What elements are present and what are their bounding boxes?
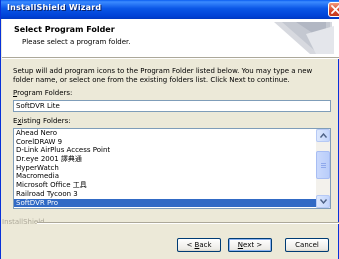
installer-graphic-icon — [274, 22, 334, 54]
next-button[interactable]: Next > — [228, 238, 272, 252]
folder-list-item[interactable]: Railroad Tycoon 3 — [14, 190, 317, 199]
header-separator — [2, 57, 339, 59]
folder-list-item[interactable]: HyperWatch — [14, 164, 317, 173]
instructions-text: Setup will add program icons to the Prog… — [13, 67, 313, 84]
folder-list-scrollbar[interactable] — [316, 129, 330, 208]
existing-folders-label: Existing Folders: — [13, 117, 71, 125]
chevron-up-icon — [320, 133, 327, 138]
folder-list-item[interactable]: SoftDVR Pro — [14, 198, 317, 208]
scroll-thumb[interactable] — [316, 151, 330, 179]
window-title: InstallShield Wizard — [7, 3, 102, 12]
folder-list-item[interactable]: Ahead Nero — [14, 129, 317, 138]
installer-window: InstallShield Wizard Select Program Fold… — [0, 0, 339, 259]
title-bar[interactable]: InstallShield Wizard — [1, 0, 339, 19]
wizard-header: Select Program Folder Please select a pr… — [2, 19, 339, 57]
existing-folders-list[interactable]: Ahead Nero CorelDRAW 9 D-Link AirPlus Acce… — [13, 128, 331, 209]
footer-separator — [37, 222, 339, 224]
folder-list-item[interactable]: CorelDRAW 9 — [14, 138, 317, 147]
folder-list-item[interactable]: D-Link AirPlus Access Point — [14, 146, 317, 155]
chevron-down-icon — [320, 199, 327, 204]
close-button[interactable] — [328, 2, 339, 17]
folder-list-item[interactable]: Dr.eye 2001 譯典通 — [14, 155, 317, 164]
folder-list-item[interactable]: Macromedia — [14, 172, 317, 181]
close-icon — [331, 5, 339, 14]
scroll-down-button[interactable] — [316, 195, 330, 208]
program-folders-label: Program Folders: — [13, 89, 73, 97]
cancel-button[interactable]: Cancel — [285, 238, 329, 252]
program-folder-input[interactable]: SoftDVR Lite — [13, 100, 331, 112]
back-button[interactable]: < Back — [177, 238, 221, 252]
folder-list-items: Ahead Nero CorelDRAW 9 D-Link AirPlus Acce… — [14, 129, 317, 208]
header-subtitle: Please select a program folder. — [22, 38, 131, 46]
header-title: Select Program Folder — [14, 25, 115, 34]
folder-list-item[interactable]: Microsoft Office 工具 — [14, 181, 317, 190]
scroll-up-button[interactable] — [316, 129, 330, 142]
